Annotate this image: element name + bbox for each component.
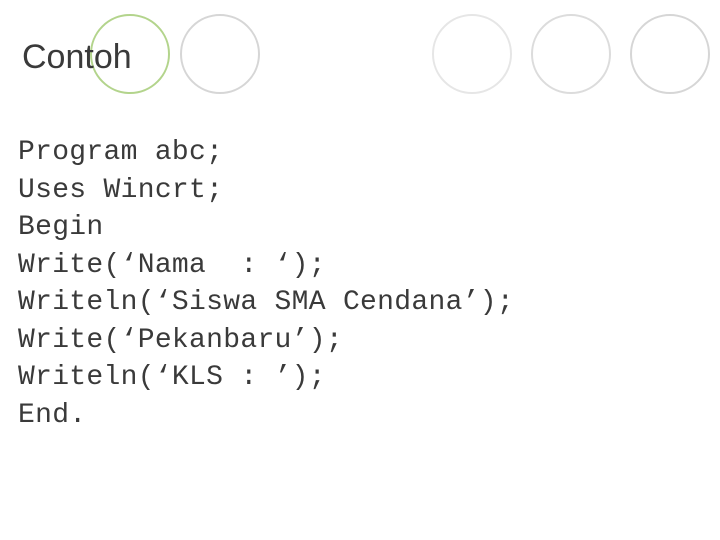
code-line: Program abc; (18, 137, 223, 168)
code-line: End. (18, 400, 86, 431)
code-block: Program abc; Uses Wincrt; Begin Write(‘N… (18, 134, 514, 434)
code-line: Write(‘Pekanbaru’); (18, 325, 343, 356)
slide-title: Contoh (22, 38, 132, 77)
code-line: Writeln(‘KLS : ’); (18, 362, 326, 393)
decorative-circle (630, 14, 710, 94)
decorative-circle (531, 14, 611, 94)
code-line: Uses Wincrt; (18, 175, 223, 206)
decorative-circle (432, 14, 512, 94)
code-line: Begin (18, 212, 104, 243)
code-line: Write(‘Nama : ‘); (18, 250, 326, 281)
code-line: Writeln(‘Siswa SMA Cendana’); (18, 287, 514, 318)
decorative-circle (180, 14, 260, 94)
